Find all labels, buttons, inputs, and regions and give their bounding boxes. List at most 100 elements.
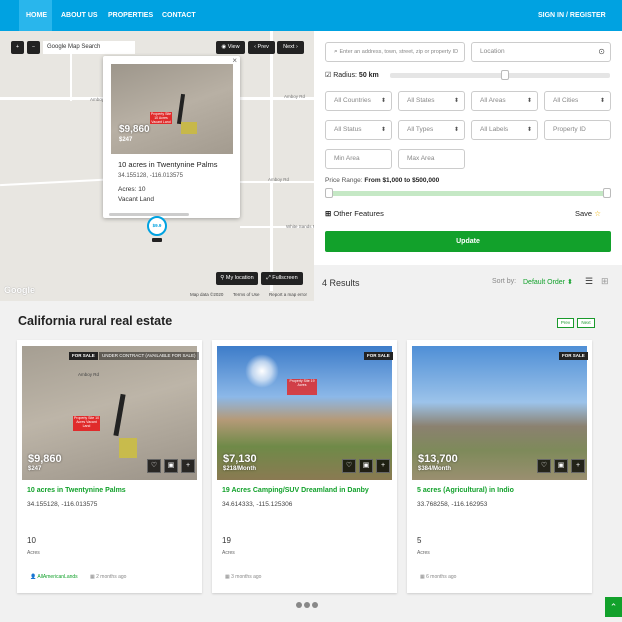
select-labels[interactable]: All Labels ⬍ — [471, 120, 538, 140]
radius-slider[interactable] — [390, 73, 610, 78]
property-sign: Property Site 10 Acres Vacant Land — [73, 416, 100, 431]
back-to-top-button[interactable]: ⌃ — [605, 597, 622, 617]
location-input[interactable]: Location ⊙ — [471, 42, 611, 62]
address-input[interactable]: ⌕ Enter an address, town, street, zip or… — [325, 42, 465, 62]
plus-icon[interactable]: + — [376, 459, 390, 473]
radius-slider-handle[interactable] — [501, 70, 509, 80]
card-subprice: $218/Month — [223, 466, 257, 472]
crosshair-icon[interactable]: ⊙ — [598, 43, 605, 61]
select-states[interactable]: All States ⬍ — [398, 91, 465, 111]
chevron-right-icon: › — [296, 44, 298, 50]
map-next-button[interactable]: Next › — [277, 41, 304, 54]
report-link[interactable]: Report a map error — [269, 292, 307, 297]
price-slider-max-handle[interactable] — [603, 188, 611, 198]
camera-icon[interactable]: ▣ — [164, 459, 178, 473]
address-placeholder: Enter an address, town, street, zip or p… — [339, 49, 459, 55]
select-status[interactable]: All Status ⬍ — [325, 120, 392, 140]
max-area-input[interactable]: Max Area — [398, 149, 465, 169]
section-prev-button[interactable]: Prev — [557, 318, 574, 328]
calendar-icon: ▦ — [225, 574, 230, 580]
map-search-box[interactable]: Google Map Search — [43, 41, 135, 54]
checkbox-icon[interactable]: ☑ — [325, 72, 331, 79]
select-countries[interactable]: All Countries ⬍ — [325, 91, 392, 111]
heart-icon[interactable]: ♡ — [537, 459, 551, 473]
camera-icon[interactable]: ▣ — [554, 459, 568, 473]
heart-icon[interactable]: ♡ — [342, 459, 356, 473]
terms-link[interactable]: Terms of Use — [233, 292, 260, 297]
expand-icon: ⤢ — [266, 275, 271, 281]
google-logo: Google — [4, 285, 35, 295]
marker-label: $9.9 — [152, 223, 162, 228]
camera-icon[interactable]: ▣ — [359, 459, 373, 473]
save-label: Save — [575, 209, 593, 218]
property-card[interactable]: Property Site 19 Acres FOR SALE $7,130 $… — [212, 340, 397, 593]
map-view-button[interactable]: ◉ View — [216, 41, 245, 54]
property-id-input[interactable]: Property ID — [544, 120, 611, 140]
chevron-up-icon: ⌃ — [609, 602, 618, 612]
card-subprice: $247 — [28, 466, 42, 472]
close-icon[interactable]: × — [232, 56, 237, 65]
property-card[interactable]: FOR SALE $13,700 $384/Month ♡ ▣ + 5 acre… — [407, 340, 592, 593]
nav-sign-in[interactable]: SIGN IN / REGISTER — [538, 0, 606, 31]
chevron-left-icon: ‹ — [254, 44, 256, 50]
section-next-button[interactable]: Next — [577, 318, 595, 328]
price-slider[interactable] — [325, 191, 611, 196]
for-sale-badge: FOR SALE — [559, 352, 588, 360]
price-from: From $1,000 — [364, 177, 403, 184]
nav-about-us[interactable]: ABOUT US — [61, 0, 98, 31]
info-window-image[interactable]: Property Site 10 Acres Vacant Land $9,86… — [111, 64, 233, 154]
select-label: All States — [407, 97, 435, 104]
card-author[interactable]: 👤 AllAmericanLands — [30, 574, 78, 580]
for-sale-badge: FOR SALE — [69, 352, 98, 360]
map-prev-button[interactable]: ‹ Prev — [248, 41, 275, 54]
plus-icon[interactable]: + — [181, 459, 195, 473]
radius-value: 50 km — [358, 72, 379, 79]
calendar-icon: ▦ — [90, 574, 95, 580]
other-features-toggle[interactable]: ⊞ Other Features — [325, 209, 384, 218]
nav-home[interactable]: HOME — [19, 0, 52, 31]
caret-icon: ⬍ — [380, 98, 386, 104]
list-view-icon[interactable]: ☰ — [585, 276, 593, 287]
fullscreen-label: Fullscreen — [272, 275, 298, 281]
nav-contact[interactable]: CONTACT — [162, 0, 196, 31]
price-slider-min-handle[interactable] — [325, 188, 333, 198]
my-location-button[interactable]: ⚲ My location — [216, 272, 258, 285]
save-search-button[interactable]: Save ☆ — [575, 209, 601, 218]
price-label: Price Range: — [325, 177, 363, 184]
location-placeholder: Location — [480, 48, 505, 55]
property-card[interactable]: Property Site 10 Acres Vacant Land Amboy… — [17, 340, 202, 593]
caret-icon: ⬍ — [526, 127, 532, 133]
sort-select[interactable]: Default Order ⬍ — [523, 278, 573, 286]
heart-icon[interactable]: ♡ — [147, 459, 161, 473]
carousel-dot[interactable] — [312, 602, 318, 608]
select-types[interactable]: All Types ⬍ — [398, 120, 465, 140]
select-cities[interactable]: All Cities ⬍ — [544, 91, 611, 111]
info-scrollbar[interactable] — [109, 213, 189, 216]
property-sign: Property Site 19 Acres — [287, 379, 317, 395]
update-button[interactable]: Update — [325, 231, 611, 252]
carousel-dot[interactable] — [296, 602, 302, 608]
card-coordinates: 34.155128, -116.013575 — [27, 501, 98, 508]
map-marker[interactable]: $9.9 — [147, 216, 167, 236]
card-title[interactable]: 10 acres in Twentynine Palms — [27, 487, 126, 494]
calendar-icon: ▦ — [420, 574, 425, 580]
status-badge: UNDER CONTRACT (AVAILABLE FOR SALE) — [99, 352, 199, 360]
grid-view-icon[interactable]: ⊞ — [601, 276, 609, 287]
card-title[interactable]: 19 Acres Camping/SUV Dreamland in Danby — [222, 487, 369, 494]
radius-row: ☑ Radius: 50 km — [325, 71, 379, 79]
min-area-input[interactable]: Min Area — [325, 149, 392, 169]
select-areas[interactable]: All Areas ⬍ — [471, 91, 538, 111]
info-title[interactable]: 10 acres in Twentynine Palms — [118, 160, 218, 169]
map-info-window[interactable]: × Property Site 10 Acres Vacant Land $9,… — [103, 56, 240, 218]
zoom-in-button[interactable]: + — [11, 41, 24, 54]
info-acres: Acres: 10 — [118, 186, 146, 193]
carousel-dot[interactable] — [304, 602, 310, 608]
user-icon: 👤 — [30, 574, 37, 580]
zoom-out-button[interactable]: − — [27, 41, 40, 54]
plus-icon[interactable]: + — [571, 459, 585, 473]
caret-icon: ⬍ — [599, 98, 605, 104]
fullscreen-button[interactable]: ⤢ Fullscreen — [261, 272, 303, 285]
nav-properties[interactable]: PROPERTIES — [108, 0, 153, 31]
card-coordinates: 34.614333, -115.125306 — [222, 501, 293, 508]
card-title[interactable]: 5 acres (Agricultural) in Indio — [417, 487, 514, 494]
